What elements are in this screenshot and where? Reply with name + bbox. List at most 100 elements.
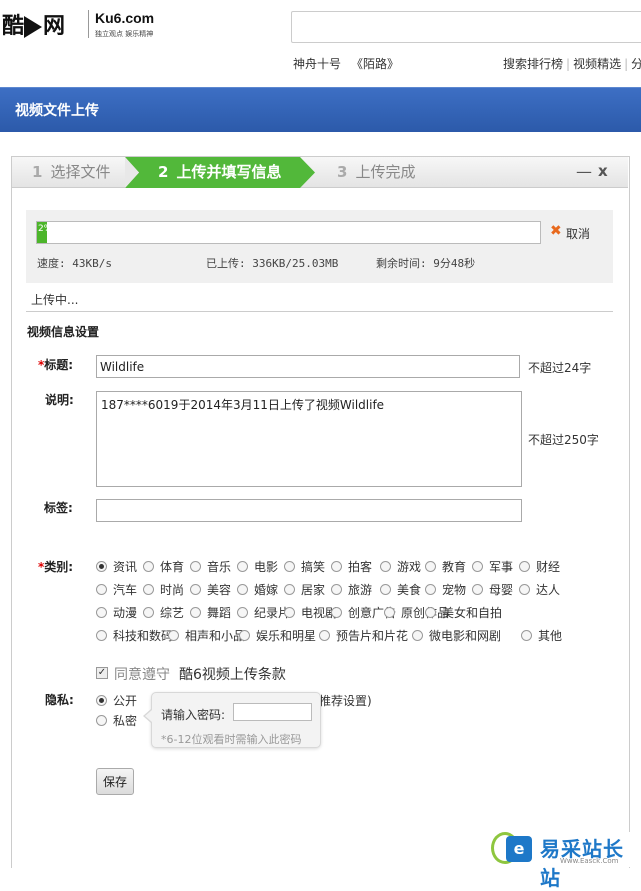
category-radio[interactable] [472, 561, 483, 572]
category-label-text: 类别: [44, 560, 74, 574]
category-radio[interactable] [190, 607, 201, 618]
step-upload-and-fill: 2 上传并填写信息 [158, 157, 281, 187]
category-radio[interactable] [331, 561, 342, 572]
category-radio[interactable] [237, 607, 248, 618]
category-radio[interactable] [519, 584, 530, 595]
category-option-label: 搞笑 [301, 560, 326, 574]
category-radio[interactable] [384, 607, 395, 618]
category-radio[interactable] [96, 630, 107, 641]
category-radio[interactable] [472, 584, 483, 595]
progress-percent: 2% [38, 224, 53, 234]
category-radio[interactable] [96, 584, 107, 595]
category-option-label: 预告片和片花 [336, 629, 409, 643]
time-remaining: 剩余时间: 9分48秒 [376, 257, 476, 270]
password-hint: *6-12位观看时需输入此密码 [161, 733, 302, 746]
section-heading: 视频信息设置 [27, 325, 100, 339]
terms-link[interactable]: 酷6视频上传条款 [179, 664, 286, 684]
category-radio[interactable] [331, 607, 342, 618]
category-option-label: 美女和自拍 [442, 606, 503, 620]
nav-link-more[interactable]: 分 [631, 57, 641, 71]
step-label: 选择文件 [50, 163, 111, 181]
category-radio[interactable] [190, 561, 201, 572]
category-radio[interactable] [380, 561, 391, 572]
step-label: 上传并填写信息 [176, 163, 282, 181]
category-radio[interactable] [284, 607, 295, 618]
site-logo[interactable]: 酷网 [2, 8, 65, 40]
category-radio[interactable] [143, 561, 154, 572]
watermark-subtext: Www.Easck.Com [560, 857, 619, 865]
privacy-private-radio[interactable] [96, 715, 107, 726]
description-label: 说明: [45, 393, 74, 407]
category-radio[interactable] [412, 630, 423, 641]
site-search-input[interactable] [291, 11, 641, 43]
progress-bar [36, 221, 541, 244]
category-radio[interactable] [237, 584, 248, 595]
category-option-label: 微电影和网剧 [429, 629, 502, 643]
category-option-label: 教育 [442, 560, 467, 574]
category-option-label: 宠物 [442, 583, 467, 597]
nav-separator: | [566, 57, 571, 71]
category-option-label: 电影 [254, 560, 279, 574]
category-option-label: 相声和小品 [185, 629, 246, 643]
play-icon [24, 16, 43, 38]
category-option-label: 游戏 [397, 560, 422, 574]
agree-terms-checkbox[interactable]: ✓ [96, 667, 108, 679]
privacy-public-radio[interactable] [96, 695, 107, 706]
category-option-label: 居家 [301, 583, 326, 597]
category-option-label: 科技和数码 [113, 629, 174, 643]
category-radio[interactable] [284, 561, 295, 572]
category-option-label: 美食 [397, 583, 422, 597]
hot-keyword-link[interactable]: 《陌路》 [351, 57, 399, 71]
category-radio[interactable] [521, 630, 532, 641]
category-option-label: 拍客 [348, 560, 373, 574]
category-radio[interactable] [190, 584, 201, 595]
category-radio[interactable] [143, 607, 154, 618]
category-radio[interactable] [143, 584, 154, 595]
section-divider [26, 311, 613, 312]
category-radio[interactable] [519, 561, 530, 572]
category-radio[interactable] [168, 630, 179, 641]
hot-keyword-link[interactable]: 神舟十号 [293, 57, 341, 71]
category-radio[interactable] [425, 584, 436, 595]
category-radio[interactable] [331, 584, 342, 595]
category-radio[interactable] [319, 630, 330, 641]
category-label: *类别: [38, 558, 73, 575]
category-radio[interactable] [425, 561, 436, 572]
nav-link-featured[interactable]: 视频精选 [573, 57, 621, 71]
nav-link-ranking[interactable]: 搜索排行榜 [503, 57, 563, 71]
category-radio[interactable] [96, 561, 107, 572]
category-radio[interactable] [380, 584, 391, 595]
category-option-label: 财经 [536, 560, 561, 574]
minimize-icon[interactable]: — [576, 162, 592, 181]
hot-keywords: 神舟十号 《陌路》 [293, 55, 409, 72]
upload-speed: 速度: 43KB/s [37, 257, 112, 270]
category-radio[interactable] [239, 630, 250, 641]
category-option-label: 体育 [160, 560, 185, 574]
category-radio[interactable] [284, 584, 295, 595]
save-button[interactable]: 保存 [96, 768, 134, 795]
title-input[interactable]: Wildlife [96, 355, 520, 378]
cancel-upload-button[interactable]: 取消 [566, 225, 590, 242]
step-number: 3 [337, 163, 348, 181]
category-radio[interactable] [237, 561, 248, 572]
watermark-e-icon: e [506, 836, 532, 862]
category-option-label: 汽车 [113, 583, 138, 597]
tags-input[interactable] [96, 499, 522, 522]
logo-char-ku: 酷 [2, 14, 24, 39]
description-textarea[interactable]: 187****6019于2014年3月11日上传了视频Wildlife [96, 391, 522, 487]
tags-label: 标签: [44, 501, 73, 515]
category-radio[interactable] [425, 607, 436, 618]
category-option-label: 娱乐和明星 [256, 629, 317, 643]
password-input[interactable] [233, 703, 312, 721]
uploaded-size: 已上传: 336KB/25.03MB [206, 257, 339, 270]
privacy-private-label: 私密 [113, 714, 138, 728]
category-radio[interactable] [96, 607, 107, 618]
category-option-label: 军事 [489, 560, 514, 574]
description-limit-hint: 不超过250字 [528, 433, 599, 447]
cancel-x-icon[interactable]: ✖ [550, 223, 562, 239]
privacy-public-note: 推荐设置) [319, 694, 372, 708]
category-option-label: 综艺 [160, 606, 185, 620]
title-limit-hint: 不超过24字 [528, 361, 592, 375]
agree-terms-label: 同意遵守 [114, 667, 170, 683]
close-icon[interactable]: x [598, 162, 608, 180]
